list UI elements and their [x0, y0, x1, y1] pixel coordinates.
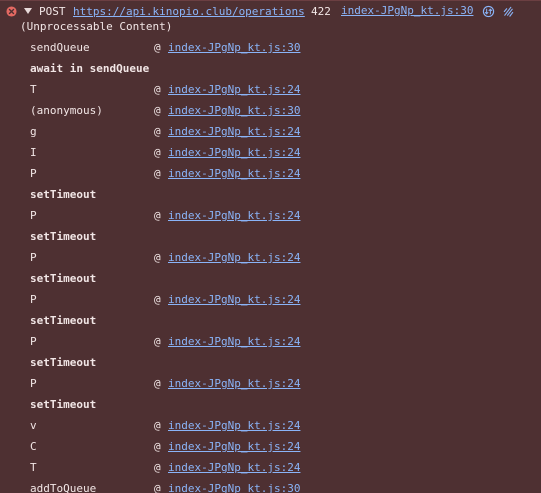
function-name: T: [30, 461, 37, 474]
request-method: POST: [39, 5, 66, 18]
stack-frame-row: P @ index-JPgNp_kt.js:24: [30, 248, 530, 269]
frame-source-link[interactable]: index-JPgNp_kt.js:24: [168, 164, 300, 184]
stack-frame-row: P @ index-JPgNp_kt.js:24: [30, 206, 530, 227]
async-boundary-row: setTimeout: [30, 227, 530, 248]
at-symbol: @: [154, 335, 161, 348]
async-boundary-row: setTimeout: [30, 353, 530, 374]
function-name: g: [30, 125, 37, 138]
stack-trace: sendQueue @ index-JPgNp_kt.js:30 await in s…: [30, 38, 530, 493]
frame-source-link[interactable]: index-JPgNp_kt.js:24: [168, 332, 300, 352]
async-boundary-row: setTimeout: [30, 395, 530, 416]
stack-frame-row: P @ index-JPgNp_kt.js:24: [30, 290, 530, 311]
at-symbol: @: [154, 125, 161, 138]
stack-frame-row: addToQueue @ index-JPgNp_kt.js:30: [30, 479, 530, 493]
at-symbol: @: [154, 104, 161, 117]
async-label: setTimeout: [30, 398, 97, 411]
function-name: P: [30, 335, 37, 348]
stack-frame-row: I @ index-JPgNp_kt.js:24: [30, 143, 530, 164]
stack-frame-row: g @ index-JPgNp_kt.js:24: [30, 122, 530, 143]
error-circle-icon: [6, 6, 17, 17]
async-label: setTimeout: [30, 356, 97, 369]
at-symbol: @: [154, 167, 161, 180]
async-label: await in sendQueue: [30, 62, 150, 75]
function-name: C: [30, 440, 37, 453]
async-label: setTimeout: [30, 188, 97, 201]
at-symbol: @: [154, 41, 161, 54]
stack-frame-row: C @ index-JPgNp_kt.js:24: [30, 437, 530, 458]
source-location-link[interactable]: index-JPgNp_kt.js:30: [341, 4, 473, 17]
async-label: setTimeout: [30, 314, 97, 327]
async-label: setTimeout: [30, 230, 97, 243]
frame-source-link[interactable]: index-JPgNp_kt.js:24: [168, 458, 300, 478]
async-label: setTimeout: [30, 272, 97, 285]
frame-source-link[interactable]: index-JPgNp_kt.js:24: [168, 143, 300, 163]
function-name: v: [30, 419, 37, 432]
frame-source-link[interactable]: index-JPgNp_kt.js:24: [168, 122, 300, 142]
async-boundary-row: await in sendQueue: [30, 59, 530, 80]
stack-frame-row: P @ index-JPgNp_kt.js:24: [30, 374, 530, 395]
console-error-message: POST https://api.kinopio.club/operations…: [0, 0, 541, 493]
at-symbol: @: [154, 440, 161, 453]
at-symbol: @: [154, 419, 161, 432]
frame-source-link[interactable]: index-JPgNp_kt.js:30: [168, 101, 300, 121]
triangle-expanded-icon[interactable]: [23, 6, 33, 16]
at-symbol: @: [154, 482, 161, 493]
function-name: addToQueue: [30, 482, 97, 493]
frame-source-link[interactable]: index-JPgNp_kt.js:30: [168, 38, 300, 58]
at-symbol: @: [154, 83, 161, 96]
frame-source-link[interactable]: index-JPgNp_kt.js:24: [168, 437, 300, 457]
stack-frame-row: sendQueue @ index-JPgNp_kt.js:30: [30, 38, 530, 59]
at-symbol: @: [154, 293, 161, 306]
at-symbol: @: [154, 251, 161, 264]
at-symbol: @: [154, 209, 161, 222]
network-request-icon[interactable]: [482, 5, 495, 18]
stack-frame-row: (anonymous) @ index-JPgNp_kt.js:30: [30, 101, 530, 122]
request-url-link[interactable]: https://api.kinopio.club/operations: [73, 5, 305, 18]
frame-source-link[interactable]: index-JPgNp_kt.js:24: [168, 206, 300, 226]
frame-source-link[interactable]: index-JPgNp_kt.js:24: [168, 374, 300, 394]
frame-source-link[interactable]: index-JPgNp_kt.js:30: [168, 479, 300, 493]
at-symbol: @: [154, 461, 161, 474]
function-name: T: [30, 83, 37, 96]
at-symbol: @: [154, 146, 161, 159]
stack-frame-row: P @ index-JPgNp_kt.js:24: [30, 164, 530, 185]
status-code: 422: [311, 5, 331, 18]
function-name: P: [30, 377, 37, 390]
frame-source-link[interactable]: index-JPgNp_kt.js:24: [168, 416, 300, 436]
stack-frame-row: T @ index-JPgNp_kt.js:24: [30, 80, 530, 101]
function-name: sendQueue: [30, 41, 90, 54]
stack-frame-row: v @ index-JPgNp_kt.js:24: [30, 416, 530, 437]
stack-frame-row: P @ index-JPgNp_kt.js:24: [30, 332, 530, 353]
stack-frame-row: T @ index-JPgNp_kt.js:24: [30, 458, 530, 479]
ai-assist-icon[interactable]: [502, 5, 515, 18]
status-text: (Unprocessable Content): [20, 20, 173, 33]
async-boundary-row: setTimeout: [30, 269, 530, 290]
function-name: P: [30, 293, 37, 306]
frame-source-link[interactable]: index-JPgNp_kt.js:24: [168, 248, 300, 268]
error-header: POST https://api.kinopio.club/operations…: [6, 4, 536, 20]
function-name: P: [30, 209, 37, 222]
async-boundary-row: setTimeout: [30, 185, 530, 206]
function-name: P: [30, 167, 37, 180]
function-name: P: [30, 251, 37, 264]
function-name: (anonymous): [30, 104, 103, 117]
frame-source-link[interactable]: index-JPgNp_kt.js:24: [168, 80, 300, 100]
frame-source-link[interactable]: index-JPgNp_kt.js:24: [168, 290, 300, 310]
at-symbol: @: [154, 377, 161, 390]
function-name: I: [30, 146, 37, 159]
async-boundary-row: setTimeout: [30, 311, 530, 332]
